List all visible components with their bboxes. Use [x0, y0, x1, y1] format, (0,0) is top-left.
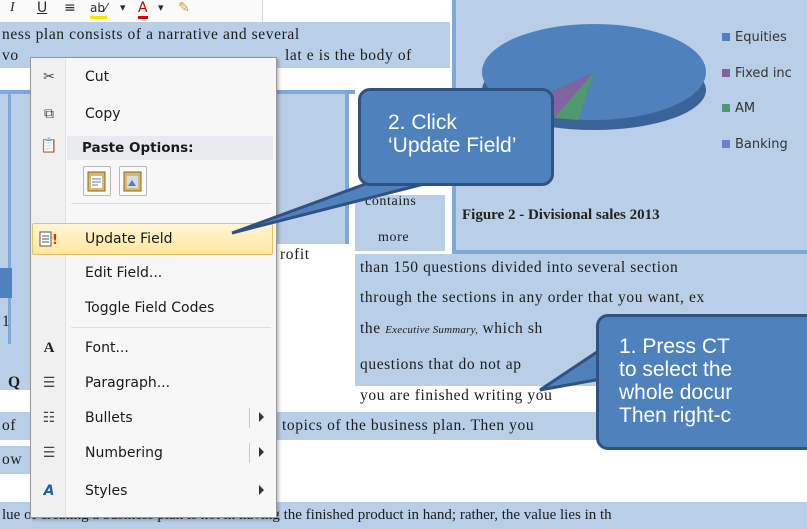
callout-step-2: 2. Click ‘Update Field’: [358, 88, 554, 186]
callout-step-1: 1. Press CT to select the whole docur Th…: [596, 314, 807, 450]
